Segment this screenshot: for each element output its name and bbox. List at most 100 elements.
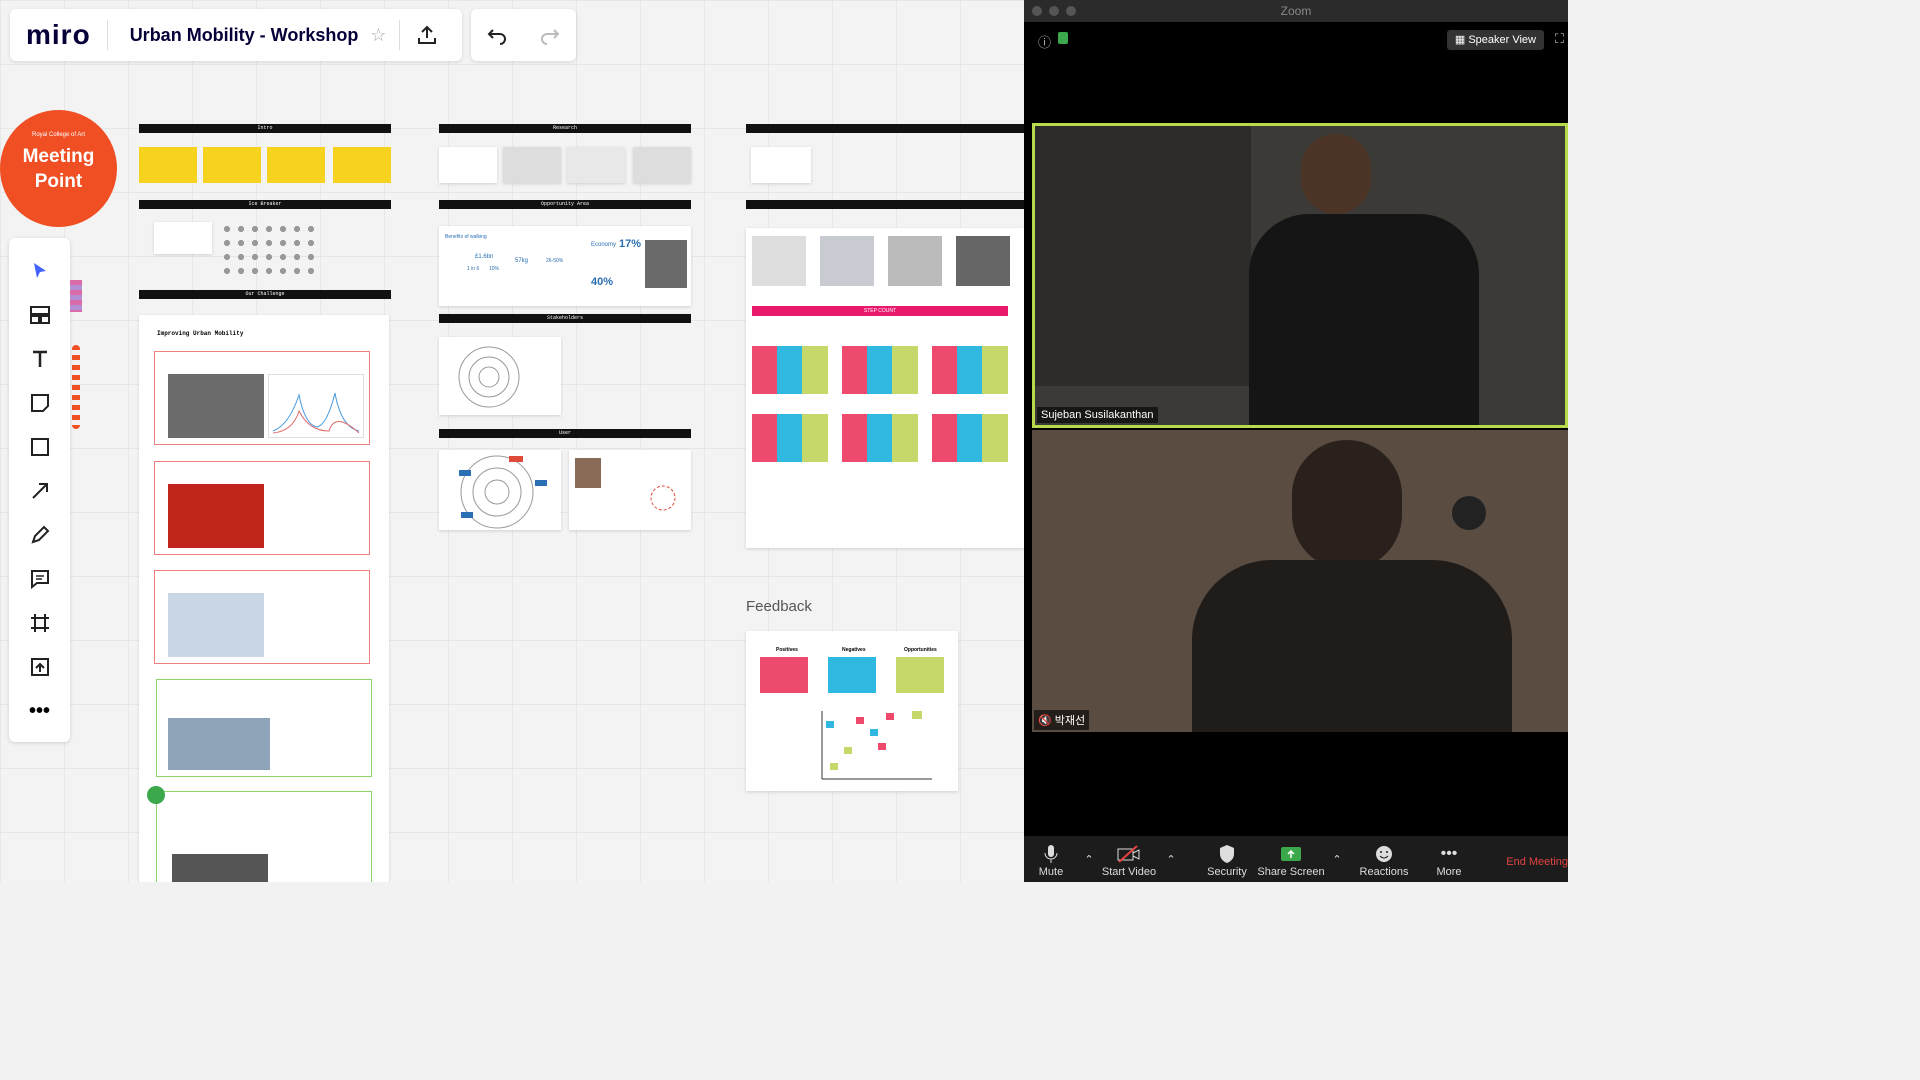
- miro-logo[interactable]: miro: [10, 20, 108, 50]
- mayor-photo: [168, 718, 270, 770]
- fullscreen-icon[interactable]: ⛶: [1555, 31, 1564, 47]
- opportunity-card-1[interactable]: [156, 679, 372, 777]
- more-button[interactable]: ••• More: [1420, 842, 1478, 882]
- intro-sticky[interactable]: [203, 147, 261, 183]
- frame-opportunity-area-header[interactable]: Opportunity Area: [439, 200, 691, 209]
- sticky-cluster[interactable]: [932, 414, 1008, 462]
- zoom-window: Zoom ⓘ ▦ Speaker View ⛶ Sujeban Susilaka…: [1024, 0, 1568, 882]
- ratio-text: 1 in 6: [467, 266, 480, 272]
- persona-card[interactable]: [569, 450, 691, 530]
- end-meeting-button[interactable]: End Meeting: [1506, 856, 1568, 868]
- participant-name: Sujeban Susilakanthan: [1037, 407, 1158, 423]
- frame-intro-header[interactable]: Intro: [139, 124, 391, 133]
- info-icon[interactable]: ⓘ: [1038, 32, 1051, 51]
- template-icon[interactable]: [23, 298, 57, 332]
- frame-column3-header-2[interactable]: [746, 200, 1024, 209]
- reactions-button[interactable]: Reactions: [1352, 842, 1416, 882]
- start-video-button[interactable]: Start Video: [1100, 842, 1158, 882]
- mute-options-caret[interactable]: ⌃: [1078, 853, 1100, 882]
- frame-research-header[interactable]: Research: [439, 124, 691, 133]
- pen-icon[interactable]: [23, 518, 57, 552]
- feedback-col-positives: Positives: [776, 647, 798, 653]
- feedback-frame[interactable]: Positives Negatives Opportunities: [746, 631, 958, 791]
- participant-body: [1192, 560, 1512, 732]
- research-card[interactable]: [567, 147, 625, 183]
- step-count-frame[interactable]: STEP COUNT: [746, 228, 1024, 548]
- video-options-caret[interactable]: ⌃: [1158, 853, 1184, 882]
- shape-icon[interactable]: [23, 430, 57, 464]
- intro-sticky[interactable]: [139, 147, 197, 183]
- activity-photo: [752, 236, 806, 286]
- research-card[interactable]: [633, 147, 691, 183]
- text-icon[interactable]: [23, 342, 57, 376]
- sticky-cluster[interactable]: [842, 414, 918, 462]
- sticky-cluster[interactable]: [932, 346, 1008, 394]
- frame-ice-breaker-header[interactable]: Ice Breaker: [139, 200, 391, 209]
- research-card[interactable]: [439, 147, 497, 183]
- sticky-cluster[interactable]: [752, 346, 828, 394]
- lock-icon[interactable]: [1058, 32, 1068, 44]
- problem-card-2[interactable]: [154, 461, 370, 555]
- smile-icon: [1374, 842, 1394, 866]
- select-icon[interactable]: [23, 254, 57, 288]
- opportunities-stickies[interactable]: [896, 657, 944, 693]
- upload-icon[interactable]: [23, 650, 57, 684]
- opportunity-area-card[interactable]: Benefits of walking £1.6bn 1 in 6 10% 57…: [439, 226, 691, 306]
- comment-icon[interactable]: [23, 562, 57, 596]
- research-card[interactable]: [503, 147, 561, 183]
- sticky-cluster[interactable]: [842, 346, 918, 394]
- sticky-cluster[interactable]: [752, 414, 828, 462]
- board-title[interactable]: Urban Mobility - Workshop: [108, 25, 371, 46]
- speaker-view-label: Speaker View: [1468, 34, 1536, 46]
- video-tile-speaker[interactable]: Sujeban Susilakanthan: [1032, 123, 1568, 428]
- tube-photo: [168, 484, 264, 548]
- arrow-icon[interactable]: [23, 474, 57, 508]
- participant-head: [1292, 440, 1402, 570]
- share-screen-button[interactable]: Share Screen: [1256, 842, 1326, 882]
- zoom-controls-bar: Mute ⌃ Start Video ⌃ Security Share Scre…: [1024, 836, 1568, 882]
- participant-head: [1301, 134, 1371, 214]
- opportunity-card-2[interactable]: [147, 786, 372, 882]
- speaker-view-button[interactable]: ▦ Speaker View: [1446, 30, 1544, 50]
- zoom-titlebar: Zoom: [1024, 0, 1568, 22]
- rca-crest-text: Royal College of Art: [31, 132, 86, 138]
- frame-stakeholders-header[interactable]: Stakeholders: [439, 314, 691, 323]
- user-journey-map[interactable]: [439, 450, 561, 530]
- share-upload-icon[interactable]: [410, 18, 444, 52]
- sticky-note-icon[interactable]: [23, 386, 57, 420]
- zoom-title: Zoom: [1280, 4, 1312, 18]
- miro-board-canvas[interactable]: miro Urban Mobility - Workshop ☆ Royal C…: [0, 0, 1024, 882]
- stakeholder-map[interactable]: [439, 337, 561, 415]
- percent-small-text: 10%: [489, 266, 500, 272]
- problem-card-1[interactable]: [154, 351, 370, 445]
- economy-pct1: 17%: [619, 238, 642, 250]
- mute-button[interactable]: Mute: [1024, 842, 1078, 882]
- negatives-stickies[interactable]: [828, 657, 876, 693]
- security-button[interactable]: Security: [1198, 842, 1256, 882]
- share-options-caret[interactable]: ⌃: [1326, 853, 1348, 882]
- redo-icon[interactable]: [533, 18, 567, 52]
- frame-icon[interactable]: [23, 606, 57, 640]
- column3-note[interactable]: [751, 147, 811, 183]
- meeting-point-badge[interactable]: Royal College of Art Meeting Point: [0, 110, 117, 227]
- weight-text: 57kg: [515, 258, 529, 264]
- more-tools-icon[interactable]: •••: [23, 694, 57, 728]
- frame-column3-header[interactable]: [746, 124, 1024, 133]
- window-controls[interactable]: [1032, 6, 1076, 16]
- star-icon[interactable]: ☆: [370, 20, 400, 50]
- benefits-walking-text: Benefits of walking: [445, 234, 487, 240]
- positives-stickies[interactable]: [760, 657, 808, 693]
- frame-our-challenge-header[interactable]: Our Challenge: [139, 290, 391, 299]
- range-text: 26-50%: [546, 258, 564, 264]
- intro-sticky[interactable]: [333, 147, 391, 183]
- activity-photo: [888, 236, 942, 286]
- intro-sticky[interactable]: [267, 147, 325, 183]
- challenge-frame[interactable]: Improving Urban Mobility: [139, 315, 389, 882]
- ice-breaker-circles[interactable]: [220, 222, 322, 278]
- virus-icon: [147, 786, 165, 804]
- ice-breaker-note[interactable]: [154, 222, 212, 254]
- video-tile-participant[interactable]: 🔇 박재선: [1032, 430, 1568, 732]
- frame-user-header[interactable]: User: [439, 429, 691, 438]
- problem-card-3[interactable]: [154, 570, 370, 664]
- undo-icon[interactable]: [480, 18, 514, 52]
